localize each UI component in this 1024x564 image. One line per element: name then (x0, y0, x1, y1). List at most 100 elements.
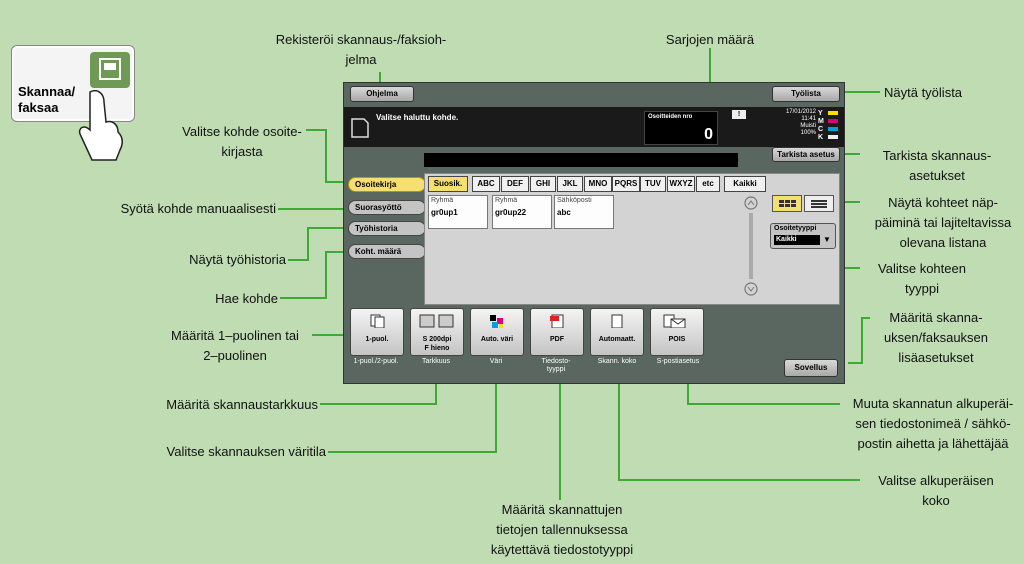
callout-show-as-buttons-or-list: Näytä kohteet näp-päiminä tai lajiteltav… (874, 195, 1012, 250)
scan-fax-label: Skannaa/ faksaa (18, 84, 76, 115)
address-count-label: Osoitteiden nro (648, 114, 693, 120)
index-key-ghi[interactable]: GHI (530, 176, 556, 192)
index-key-pqrs[interactable]: PQRS (612, 176, 640, 192)
sides-button[interactable]: 1-puol. (350, 308, 404, 356)
button-view-toggle[interactable] (772, 195, 802, 212)
toner-black (828, 135, 838, 139)
tab-search[interactable]: Koht. määrä (348, 244, 426, 259)
tab-direct-input[interactable]: Suorasyöttö (348, 200, 426, 215)
destination-type: Ryhmä (431, 197, 454, 204)
callout-search-target: Hae kohde (215, 291, 278, 306)
message-bar: Valitse haluttu kohde. Osoitteiden nro 0… (344, 107, 844, 147)
callout-show-job-list: Näytä työlista (884, 85, 963, 100)
color-button[interactable]: Auto. väri (470, 308, 524, 356)
destination-item[interactable]: Ryhmä gr0up22 (492, 195, 552, 229)
list-view-toggle[interactable] (804, 195, 834, 212)
callout-show-job-history: Näytä työhistoria (189, 252, 286, 267)
resolution-icon (419, 314, 454, 328)
callout-manual-input: Syötä kohde manuaalisesti (120, 201, 276, 216)
program-button[interactable]: Ohjelma (350, 86, 414, 102)
time-text: 11:41 (801, 116, 816, 122)
address-count-box: Osoitteiden nro 0 (644, 111, 718, 145)
resolution-button[interactable]: S 200dpi F hieno (410, 308, 464, 356)
callout-change-filename: Muuta skannatun alkuperäi-sen tiedostoni… (852, 396, 1014, 451)
scrollbar[interactable] (742, 193, 760, 299)
destination-item[interactable]: Sähköposti abc (554, 195, 614, 229)
index-key-mno[interactable]: MNO (584, 176, 612, 192)
callout-set-count: Sarjojen määrä (665, 32, 755, 47)
resolution-text: S 200dpi (422, 336, 452, 343)
date-text: 17/01/2012 (785, 109, 816, 115)
callout-define-file-type: Määritä skannattujen tietojen tallennukse… (490, 502, 634, 557)
message-text: Valitse haluttu kohde. (376, 113, 459, 122)
address-type-value: Kaikki (774, 235, 820, 245)
color-text: Auto. väri (480, 336, 514, 343)
pdf-icon (550, 314, 564, 328)
email-settings-text: POIS (668, 336, 686, 343)
index-key-favorites[interactable]: Suosik. (428, 176, 468, 192)
warning-icon: ! (732, 110, 746, 119)
callout-select-target-type: Valitse kohteen tyyppi (878, 261, 966, 296)
check-settings-button[interactable]: Tarkista asetus (772, 147, 840, 162)
callout-check-scan-settings: Tarkista skannaus-asetukset (882, 148, 992, 183)
email-settings-caption: S-postiasetus (656, 358, 700, 365)
toner-letters: YMCK (818, 110, 824, 141)
destination-type: Sähköposti (557, 197, 592, 204)
index-key-jkl[interactable]: JKL (557, 176, 583, 192)
address-type-select[interactable]: Osoitetyyppi Kaikki ▼ (770, 223, 836, 249)
color-icon (490, 315, 503, 328)
destination-item[interactable]: Ryhmä gr0up1 (428, 195, 488, 229)
index-key-wxyz[interactable]: WXYZ (667, 176, 695, 192)
email-settings-button[interactable]: POIS (650, 308, 704, 356)
index-key-all[interactable]: Kaikki (724, 176, 766, 192)
resolution-text-2: F hieno (424, 345, 450, 352)
document-icon (351, 118, 369, 138)
sides-text: 1-puol. (365, 336, 389, 343)
index-key-etc[interactable]: etc (696, 176, 720, 192)
callout-select-from-addressbook: Valitse kohde osoite-kirjasta (182, 124, 302, 159)
control-panel-screen: Ohjelma Työlista Valitse haluttu kohde. … (343, 82, 845, 384)
job-list-button[interactable]: Työlista (772, 86, 840, 102)
scan-size-caption: Skann. koko (597, 358, 637, 365)
callout-additional-settings: Määritä skanna-uksen/faksauksen lisäasetu… (883, 310, 989, 365)
toner-yellow (828, 111, 838, 115)
duplex-icon (370, 314, 385, 328)
callout-define-resolution: Määritä skannaustarkkuus (166, 397, 318, 412)
callout-define-sides: Määritä 1–puolinen tai 2–puolinen (171, 328, 299, 363)
callout-register-program: Rekisteröi skannaus-/faksioh-jelma (275, 32, 447, 67)
scan-size-button[interactable]: Automaatt. (590, 308, 644, 356)
apply-button[interactable]: Sovellus (784, 359, 838, 377)
toner-magenta (828, 119, 838, 123)
sides-caption: 1-puol./2-puol. (353, 358, 399, 365)
callout-select-original-size: Valitse alkuperäisen koko (878, 473, 994, 508)
file-type-button[interactable]: PDF (530, 308, 584, 356)
index-key-abc[interactable]: ABC (472, 176, 500, 192)
tab-address-book[interactable]: Osoitekirja (348, 177, 426, 192)
destination-name: abc (557, 208, 571, 217)
chevron-down-icon: ▼ (823, 235, 831, 244)
toner-cyan (828, 127, 838, 131)
finger-pointer-icon (78, 90, 123, 161)
file-type-caption: Tiedosto-tyyppi (541, 358, 571, 373)
destination-input-field[interactable] (424, 153, 738, 167)
destination-type: Ryhmä (495, 197, 518, 204)
memory-value: 100% (800, 130, 816, 136)
resolution-caption: Tarkkuus (421, 358, 450, 365)
callout-select-color-mode: Valitse skannauksen väritila (166, 444, 326, 459)
page-size-icon (611, 314, 623, 328)
memory-label: Muisti (800, 123, 816, 129)
address-count-value: 0 (704, 126, 713, 143)
file-type-text: PDF (550, 336, 564, 343)
status-info: 17/01/2012 11:41 Muisti 100% (772, 109, 816, 137)
destination-name: gr0up1 (431, 208, 458, 217)
index-key-tuv[interactable]: TUV (640, 176, 666, 192)
destination-name: gr0up22 (495, 208, 527, 217)
list-view-icon (811, 200, 827, 208)
scan-size-text: Automaatt. (598, 336, 636, 343)
scan-icon (90, 52, 130, 88)
tab-job-history[interactable]: Työhistoria (348, 221, 426, 236)
color-caption: Väri (489, 358, 503, 365)
index-key-def[interactable]: DEF (501, 176, 529, 192)
address-type-label: Osoitetyyppi (774, 225, 817, 232)
grid-view-icon (779, 200, 796, 207)
